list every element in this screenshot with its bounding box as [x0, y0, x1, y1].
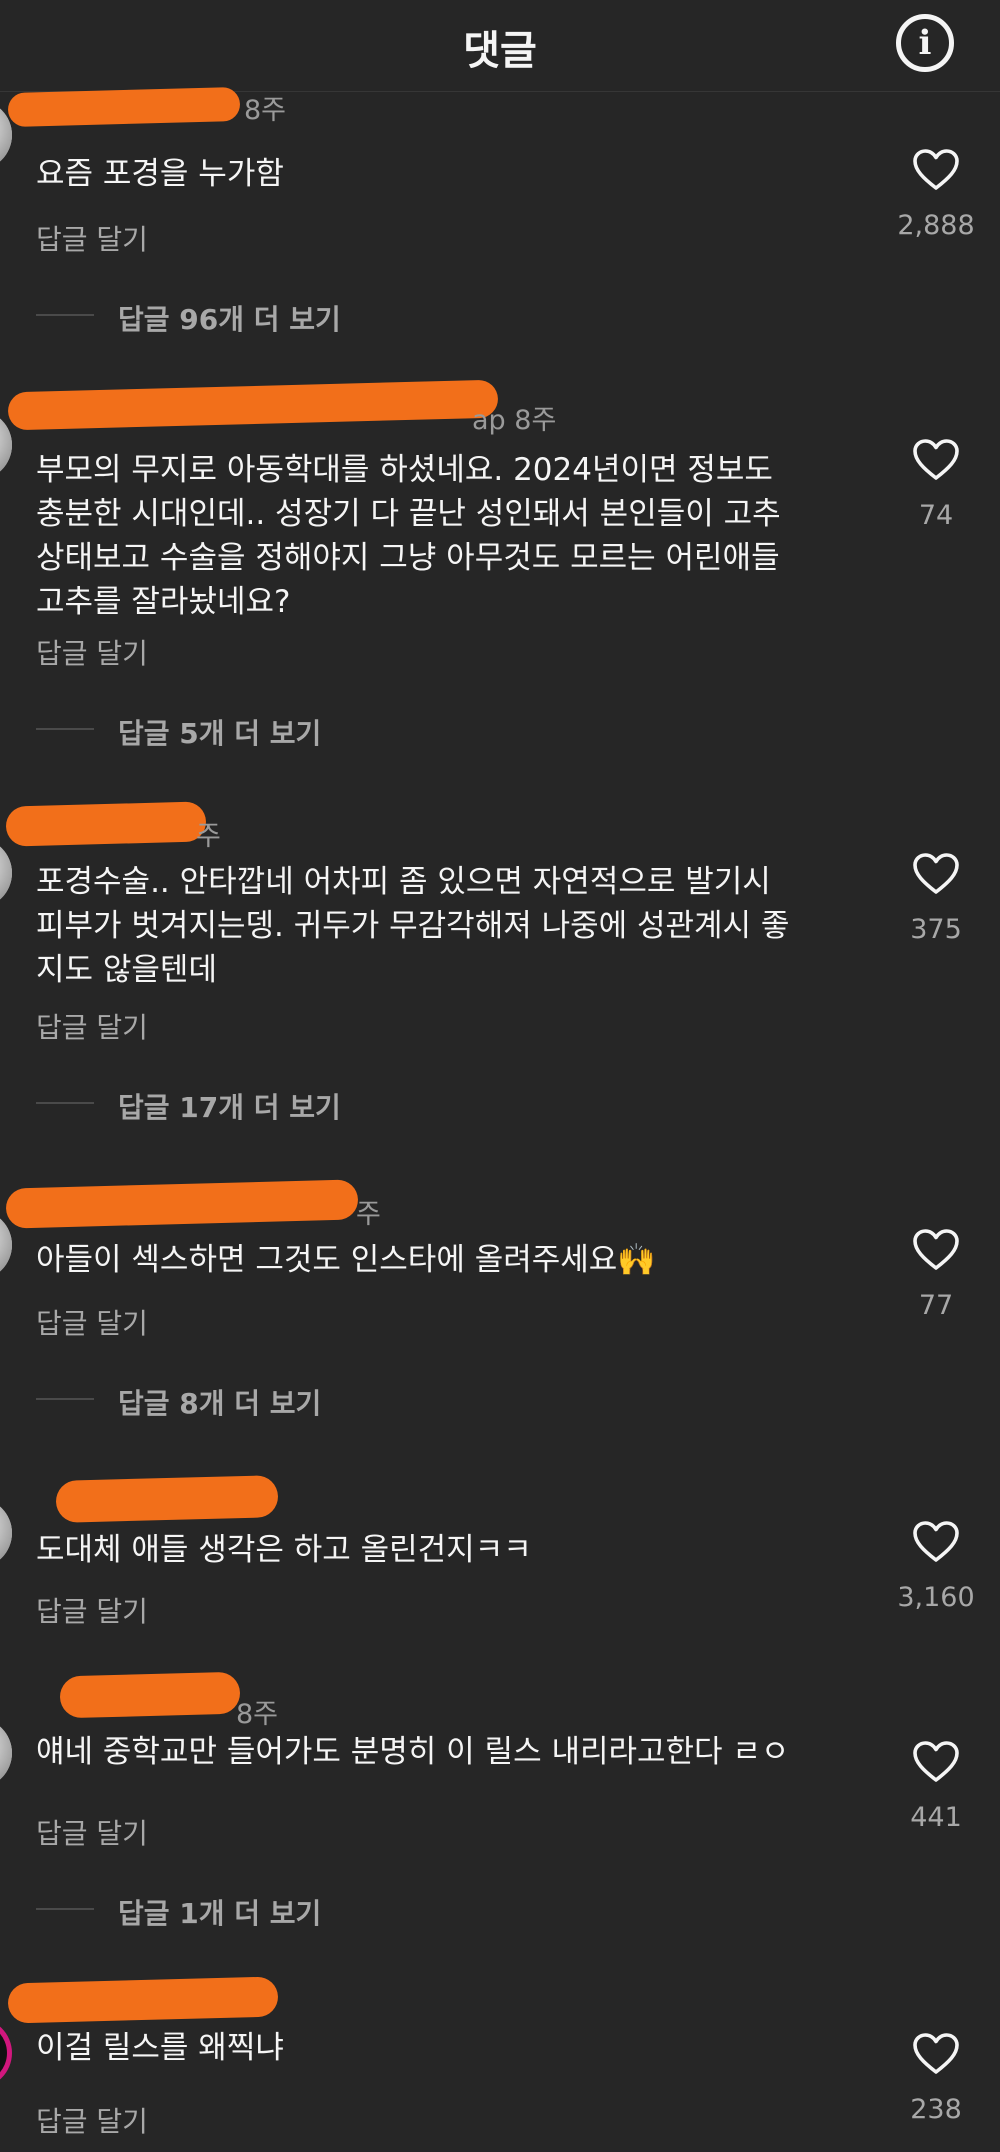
avatar[interactable]	[0, 1498, 12, 1568]
comment-text: 이걸 릴스를 왜찍냐	[36, 2030, 284, 2066]
divider	[36, 1908, 94, 1910]
avatar[interactable]	[0, 838, 12, 908]
comment-text: 도대체 애들 생각은 하고 올린건지ㅋㅋ	[36, 1532, 532, 1568]
reply-button[interactable]: 답글 달기	[36, 1006, 148, 1046]
view-replies-label: 답글 5개 더 보기	[118, 717, 322, 750]
like-count: 77	[918, 1290, 954, 1321]
heart-icon	[913, 149, 959, 190]
divider	[36, 1102, 94, 1104]
divider	[36, 728, 94, 730]
comment-text: 얘네 중학교만 들어가도 분명히 이 릴스 내리라고한다 ㄹㅇ	[36, 1734, 790, 1770]
like-button[interactable]	[912, 1520, 960, 1564]
comment-text: 부모의 무지로 아동학대를 하셨네요. 2024년이면 정보도 충분한 시대인데…	[36, 452, 781, 620]
comment-timestamp: 8주	[244, 95, 287, 126]
reply-button[interactable]: 답글 달기	[36, 632, 148, 672]
avatar[interactable]	[0, 1718, 12, 1788]
reply-button[interactable]: 답글 달기	[36, 1812, 148, 1852]
like-count: 74	[918, 500, 954, 531]
heart-icon	[913, 1229, 959, 1270]
heart-icon	[913, 1741, 959, 1782]
comment-timestamp: 8주	[236, 1699, 279, 1730]
redaction-mark	[7, 86, 241, 128]
like-button[interactable]	[912, 1740, 960, 1784]
redaction-mark	[7, 1976, 279, 2024]
reply-button[interactable]: 답글 달기	[36, 218, 148, 258]
like-count: 3,160	[897, 1582, 975, 1613]
redaction-mark	[7, 379, 499, 431]
redaction-mark	[5, 1179, 359, 1229]
like-button[interactable]	[912, 148, 960, 192]
redaction-mark	[55, 1475, 279, 1523]
like-count: 441	[910, 1802, 962, 1833]
view-replies-label: 답글 1개 더 보기	[118, 1897, 322, 1930]
page-title: 댓글	[463, 28, 537, 74]
view-replies-label: 답글 8개 더 보기	[118, 1387, 322, 1420]
redaction-mark	[5, 801, 207, 847]
comment-text: 아들이 섹스하면 그것도 인스타에 올려주세요🙌	[36, 1242, 656, 1278]
like-button[interactable]	[912, 1228, 960, 1272]
heart-icon	[913, 853, 959, 894]
divider	[36, 1398, 94, 1400]
heart-icon	[913, 439, 959, 480]
comment-text: 포경수술.. 안타깝네 어차피 좀 있으면 자연적으로 발기시 피부가 벗겨지는…	[36, 864, 790, 988]
like-button[interactable]	[912, 852, 960, 896]
like-count: 238	[910, 2094, 962, 2125]
heart-icon	[913, 2033, 959, 2074]
like-count: 2,888	[897, 210, 975, 241]
divider	[36, 314, 94, 316]
comment-text: 요즘 포경을 누가함	[36, 156, 284, 192]
info-icon[interactable]: i	[896, 14, 954, 72]
reply-button[interactable]: 답글 달기	[36, 1590, 148, 1630]
comment-timestamp: ap 8주	[472, 405, 557, 436]
redaction-mark	[59, 1671, 241, 1719]
reply-button[interactable]: 답글 달기	[36, 1302, 148, 1342]
like-button[interactable]	[912, 438, 960, 482]
like-count: 375	[910, 914, 962, 945]
avatar[interactable]	[0, 2018, 12, 2088]
view-replies-label: 답글 17개 더 보기	[118, 1091, 341, 1124]
reply-button[interactable]: 답글 달기	[36, 2100, 148, 2140]
comment-timestamp: 주	[196, 821, 221, 852]
heart-icon	[913, 1521, 959, 1562]
comment-timestamp: 주	[356, 1199, 381, 1230]
view-replies-label: 답글 96개 더 보기	[118, 303, 341, 336]
comments-header: 댓글 i	[0, 0, 1000, 92]
like-button[interactable]	[912, 2032, 960, 2076]
